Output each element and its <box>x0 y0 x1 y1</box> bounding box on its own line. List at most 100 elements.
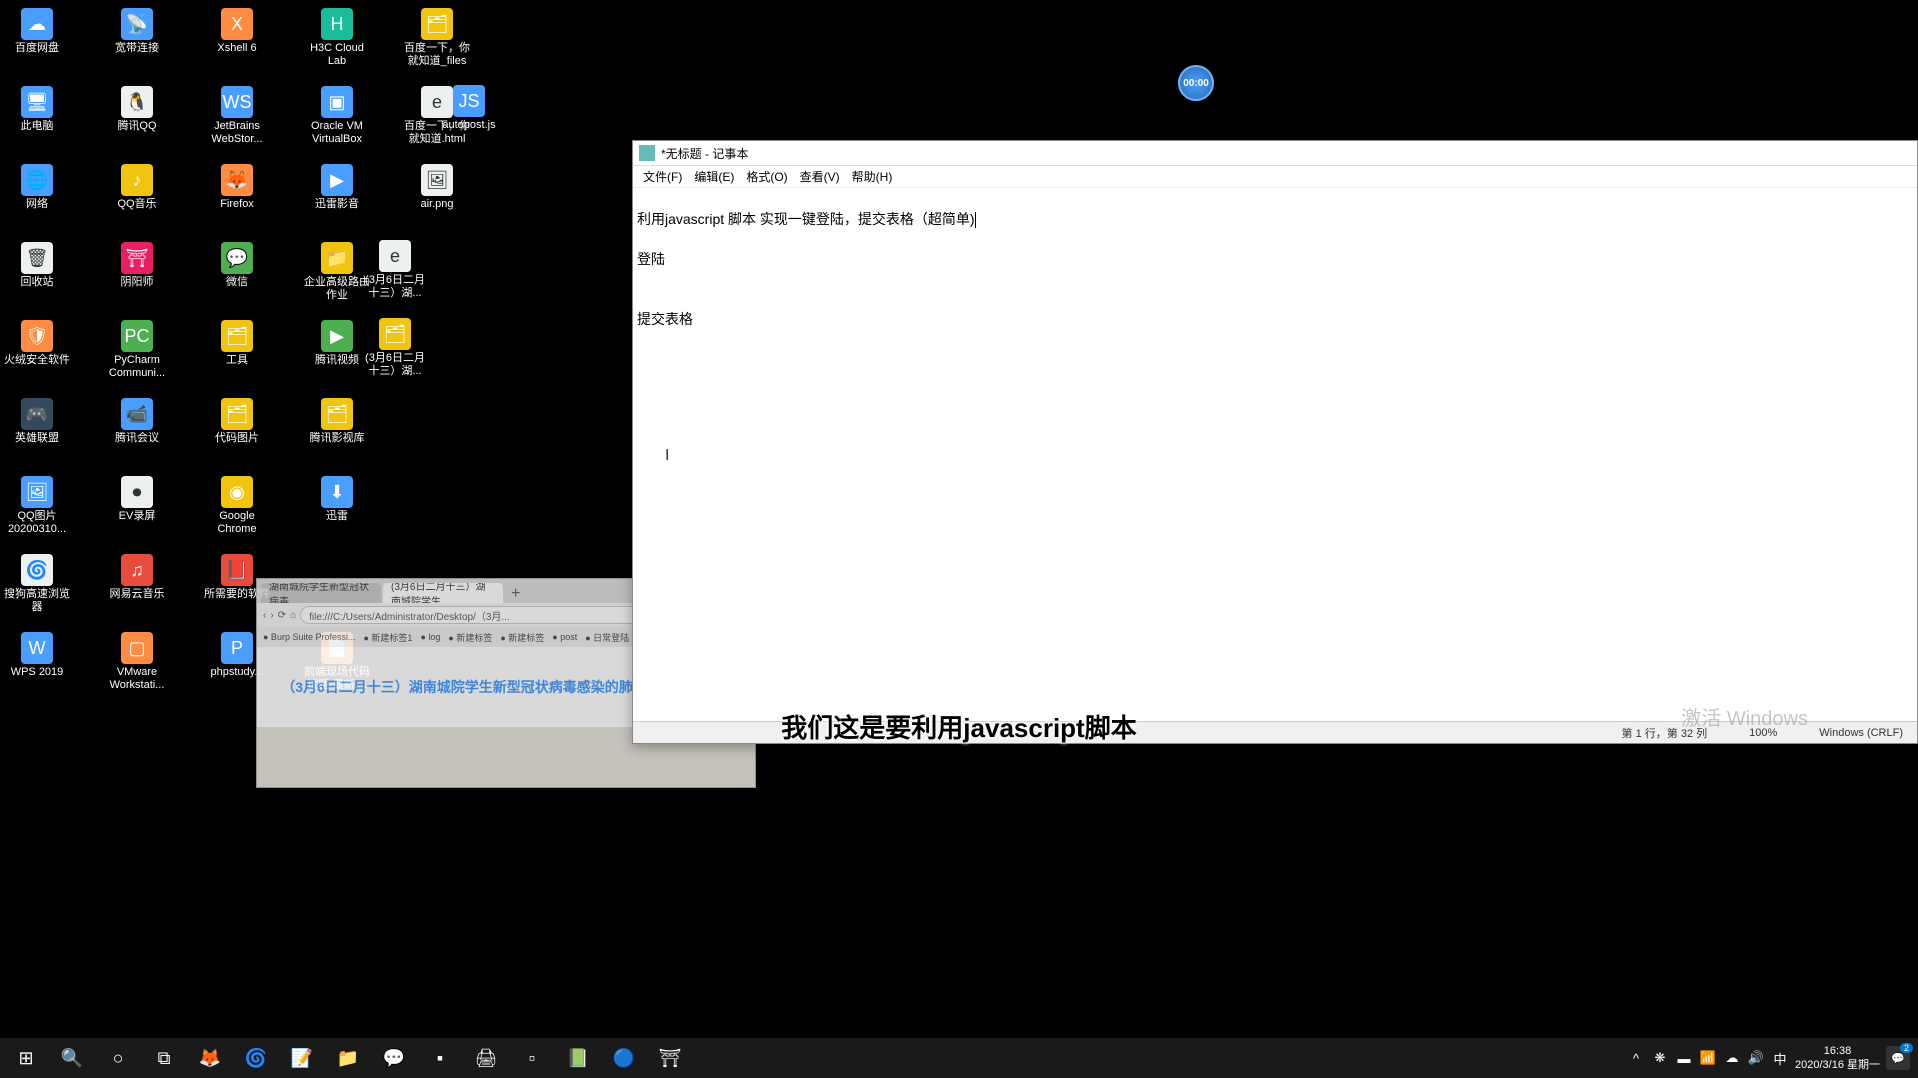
tray-ime-icon[interactable]: 中 <box>1771 1049 1789 1067</box>
taskbar-notepad-button[interactable]: 📝 <box>280 1038 324 1078</box>
taskbar-app1-button[interactable]: ▫ <box>510 1038 554 1078</box>
browser-back-icon[interactable]: ‹ <box>263 610 266 621</box>
desktop-icon-13[interactable]: PCPyCharm Communi... <box>100 317 174 395</box>
desktop-icon-29[interactable]: ▶迅雷影音 <box>300 161 374 239</box>
taskbar-taskview-button[interactable]: ⧉ <box>142 1038 186 1078</box>
notepad-titlebar[interactable]: *无标题 - 记事本 <box>633 141 1917 166</box>
recording-timer-badge[interactable]: 00:00 <box>1178 65 1214 101</box>
bookmark-4[interactable]: ● 新建标签 <box>500 631 544 644</box>
icon-image: JS <box>453 85 485 117</box>
desktop-icon-14[interactable]: 📹腾讯会议 <box>100 395 174 473</box>
icon-image: 🦊 <box>221 164 253 196</box>
bookmark-0[interactable]: ● Burp Suite Professi... <box>263 632 355 642</box>
desktop-icon-16[interactable]: ♫网易云音乐 <box>100 551 174 629</box>
taskbar-wechat-button[interactable]: 💬 <box>372 1038 416 1078</box>
tray-battery-icon[interactable]: ▬ <box>1675 1049 1693 1067</box>
notepad-line-2: 登陆 <box>637 251 665 267</box>
desktop-icon-17[interactable]: ▢VMware Workstati... <box>100 629 174 707</box>
bookmark-3[interactable]: ● 新建标签 <box>448 631 492 644</box>
desktop-icon-32[interactable]: 🗂腾讯影视库 <box>300 395 374 473</box>
notepad-menu-1[interactable]: 编辑(E) <box>688 168 740 185</box>
desktop-icon-extra-1[interactable]: e(3月6日二月十三）湖... <box>358 240 432 318</box>
desktop-icon-6[interactable]: 🖼QQ图片20200310... <box>0 473 74 551</box>
desktop-icon-3[interactable]: 🗑回收站 <box>0 239 74 317</box>
desktop-icon-38[interactable]: 🖼air.png <box>400 161 474 239</box>
icon-label: 回收站 <box>21 276 54 289</box>
desktop-icon-22[interactable]: 🗂工具 <box>200 317 274 395</box>
taskbar-notifications-button[interactable]: 💬 2 <box>1886 1046 1910 1070</box>
taskbar-cmd-button[interactable]: ▪ <box>418 1038 462 1078</box>
timer-text: 00:00 <box>1183 78 1209 89</box>
bookmark-6[interactable]: ● 日常登陆 <box>585 631 629 644</box>
taskbar-cortana-button[interactable]: ○ <box>96 1038 140 1078</box>
browser-forward-icon[interactable]: › <box>270 610 273 621</box>
tray-onedrive-icon[interactable]: ☁ <box>1723 1049 1741 1067</box>
notepad-menu-2[interactable]: 格式(O) <box>740 168 793 185</box>
taskbar-explorer-button[interactable]: 📁 <box>326 1038 370 1078</box>
browser-newtab-button[interactable]: + <box>505 585 526 603</box>
icon-label: 腾讯影视库 <box>310 432 365 445</box>
icon-label: Google Chrome <box>202 510 272 536</box>
icon-image: 🗂 <box>379 318 411 350</box>
browser-tab-1[interactable]: 湖南城院学生新型冠状病毒... <box>261 583 381 603</box>
desktop-icon-33[interactable]: ⬇迅雷 <box>300 473 374 551</box>
desktop-icon-23[interactable]: 🗂代码图片 <box>200 395 274 473</box>
desktop-icon-21[interactable]: 💬微信 <box>200 239 274 317</box>
taskbar-search-button[interactable]: 🔍 <box>50 1038 94 1078</box>
icon-image: 🗂 <box>421 8 453 40</box>
notepad-window[interactable]: *无标题 - 记事本 文件(F)编辑(E)格式(O)查看(V)帮助(H) 利用j… <box>632 140 1918 744</box>
bookmark-5[interactable]: ● post <box>552 632 577 642</box>
taskbar-firefox-button[interactable]: 🦊 <box>188 1038 232 1078</box>
bookmark-1[interactable]: ● 新建标签1 <box>363 631 412 644</box>
desktop-icon-5[interactable]: 🎮英雄联盟 <box>0 395 74 473</box>
taskbar-app3-button[interactable]: 🔵 <box>602 1038 646 1078</box>
desktop-icon-10[interactable]: 🐧腾讯QQ <box>100 83 174 161</box>
desktop-icon-8[interactable]: WWPS 2019 <box>0 629 74 707</box>
desktop-icon-18[interactable]: XXshell 6 <box>200 5 274 83</box>
desktop-icon-20[interactable]: 🦊Firefox <box>200 161 274 239</box>
desktop-icon-36[interactable]: 🗂百度一下，你就知道_files <box>400 5 474 83</box>
notepad-menu-0[interactable]: 文件(F) <box>637 168 688 185</box>
taskbar-datetime[interactable]: 16:38 2020/3/16 星期一 <box>1795 1044 1880 1072</box>
desktop-icon-0[interactable]: ☁百度网盘 <box>0 5 74 83</box>
notepad-menu-3[interactable]: 查看(V) <box>794 168 846 185</box>
bookmark-2[interactable]: ● log <box>420 632 440 642</box>
icon-image: ▶ <box>321 320 353 352</box>
icon-label: EV录屏 <box>119 510 156 523</box>
desktop-icon-24[interactable]: ◉Google Chrome <box>200 473 274 551</box>
desktop-icon-15[interactable]: ⏺EV录屏 <box>100 473 174 551</box>
notepad-text-area[interactable]: 利用javascript 脚本 实现一键登陆，提交表格（超简单) 登陆 提交表格… <box>633 188 1917 371</box>
icon-image: 📹 <box>121 398 153 430</box>
icon-label: (3月6日二月十三）湖... <box>360 274 430 300</box>
desktop-icon-2[interactable]: 🌐网络 <box>0 161 74 239</box>
desktop-icon-7[interactable]: 🌀搜狗高速浏览器 <box>0 551 74 629</box>
tray-volume-icon[interactable]: 🔊 <box>1747 1049 1765 1067</box>
icon-image: 🎮 <box>21 398 53 430</box>
tray-wifi-icon[interactable]: 📶 <box>1699 1049 1717 1067</box>
taskbar-sogou-button[interactable]: 🌀 <box>234 1038 278 1078</box>
desktop-icon-9[interactable]: 📡宽带连接 <box>100 5 174 83</box>
notepad-menu-4[interactable]: 帮助(H) <box>846 168 899 185</box>
icon-label: 网易云音乐 <box>110 588 165 601</box>
browser-tab-2[interactable]: (3月6日二月十三）湖南城院学生... <box>383 583 503 603</box>
desktop-icon-extra-0[interactable]: JSautopost.js <box>432 85 506 163</box>
desktop-icon-12[interactable]: ⛩阴阳师 <box>100 239 174 317</box>
desktop-icon-19[interactable]: WSJetBrains WebStor... <box>200 83 274 161</box>
notepad-app-icon <box>639 145 655 161</box>
icon-image: 🗂 <box>221 398 253 430</box>
desktop-icon-4[interactable]: 🛡火绒安全软件 <box>0 317 74 395</box>
taskbar-printer-button[interactable]: 🖨 <box>464 1038 508 1078</box>
desktop-icon-extra-2[interactable]: 🗂(3月6日二月十三）湖... <box>358 318 432 396</box>
desktop-icon-28[interactable]: ▣Oracle VM VirtualBox <box>300 83 374 161</box>
browser-reload-icon[interactable]: ⟳ <box>278 610 286 621</box>
taskbar-start-button[interactable]: ⊞ <box>4 1038 48 1078</box>
desktop-icon-11[interactable]: ♪QQ音乐 <box>100 161 174 239</box>
taskbar-app2-button[interactable]: 📗 <box>556 1038 600 1078</box>
tray-chevron-icon[interactable]: ^ <box>1627 1049 1645 1067</box>
taskbar: ⊞🔍○⧉🦊🌀📝📁💬▪🖨▫📗🔵⛩ ^ ❋ ▬ 📶 ☁ 🔊 中 16:38 2020/3/16 … <box>0 1038 1918 1078</box>
tray-app-icon[interactable]: ❋ <box>1651 1049 1669 1067</box>
desktop-icon-27[interactable]: HH3C Cloud Lab <box>300 5 374 83</box>
taskbar-app4-button[interactable]: ⛩ <box>648 1038 692 1078</box>
desktop-icon-1[interactable]: 🖥此电脑 <box>0 83 74 161</box>
browser-home-icon[interactable]: ⌂ <box>290 610 296 621</box>
